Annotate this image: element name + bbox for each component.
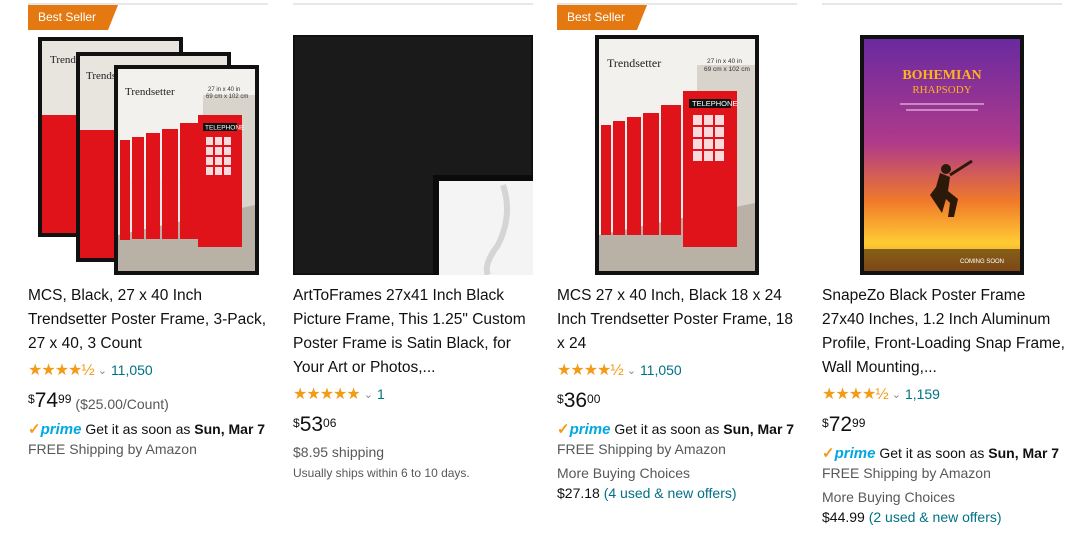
price-symbol: $: [557, 392, 564, 406]
movie-poster-frame-image: BOHEMIAN RHAPSODY COMING SOON: [860, 35, 1024, 275]
ships-note: Usually ships within 6 to 10 days.: [293, 466, 470, 480]
price[interactable]: $ 72 99: [822, 414, 865, 436]
product-card[interactable]: Best Seller TELEPHONE Trendsetter 27 in …: [557, 0, 797, 540]
prime-check-icon: ✓: [822, 445, 835, 462]
shipping-note: FREE Shipping by Amazon: [28, 441, 197, 457]
svg-text:TELEPHONE: TELEPHONE: [692, 99, 737, 108]
price-symbol: $: [822, 416, 829, 430]
delivery-row: ✓prime Get it as soon as Sun, Mar 7: [557, 420, 794, 438]
price-fraction: 99: [852, 416, 866, 430]
product-card[interactable]: BOHEMIAN RHAPSODY COMING SOON SnapeZo Bl…: [822, 0, 1065, 540]
svg-text:69 cm x 102 cm: 69 cm x 102 cm: [704, 66, 750, 73]
best-seller-badge: Best Seller: [28, 5, 118, 30]
more-buying-choices: More Buying Choices: [557, 465, 691, 481]
card-divider: [557, 3, 797, 5]
rating-row[interactable]: ★★★★½ ⌄ 11,050: [557, 360, 682, 380]
star-rating-icon: ★★★★½: [28, 362, 95, 379]
prime-logo: ✓prime: [557, 421, 611, 438]
black-picture-frame-image: [291, 33, 535, 277]
poster-frame-image: TELEPHONE Trendsetter 27 in x 40 in 69 c…: [595, 35, 759, 275]
product-card[interactable]: ArtToFrames 27x41 Inch Black Picture Fra…: [291, 0, 535, 540]
delivery-prefix: Get it as soon as: [85, 421, 195, 437]
price-fraction: 06: [323, 416, 337, 430]
card-divider: [293, 3, 533, 5]
product-image[interactable]: Trendsetter Trendsetter TELEPHONE Trends…: [28, 35, 268, 275]
svg-text:27 in x 40 in: 27 in x 40 in: [208, 87, 240, 93]
card-divider: [28, 3, 268, 5]
poster-frame-3pack-image: Trendsetter Trendsetter TELEPHONE Trends…: [38, 37, 259, 275]
delivery-date: Sun, Mar 7: [723, 421, 795, 437]
star-rating-icon: ★★★★★: [293, 386, 361, 403]
rating-row[interactable]: ★★★★½ ⌄ 11,050: [28, 360, 153, 380]
price[interactable]: $ 74 99 ($25.00/Count): [28, 389, 169, 413]
product-title-link[interactable]: ArtToFrames 27x41 Inch Black Picture Fra…: [293, 284, 538, 380]
chevron-down-icon[interactable]: ⌄: [892, 388, 901, 401]
price-whole: 36: [563, 389, 588, 412]
star-rating-icon: ★★★★½: [557, 362, 624, 379]
more-offers-row: $27.18 (4 used & new offers): [557, 485, 737, 501]
more-offers-row: $44.99 (2 used & new offers): [822, 509, 1002, 525]
rating-count-link[interactable]: 11,050: [640, 362, 682, 378]
chevron-down-icon[interactable]: ⌄: [364, 388, 373, 401]
prime-check-icon: ✓: [557, 421, 570, 438]
more-offers-price: $44.99: [822, 509, 865, 525]
prime-logo: ✓prime: [28, 421, 82, 438]
card-divider: [822, 3, 1062, 5]
delivery-prefix: Get it as soon as: [879, 445, 989, 461]
delivery-row: ✓prime Get it as soon as Sun, Mar 7: [28, 420, 265, 438]
rating-count-link[interactable]: 1: [377, 386, 385, 402]
product-image[interactable]: TELEPHONE Trendsetter 27 in x 40 in 69 c…: [557, 35, 797, 275]
delivery-row: ✓prime Get it as soon as Sun, Mar 7: [822, 444, 1059, 462]
product-title-link[interactable]: SnapeZo Black Poster Frame 27x40 Inches,…: [822, 284, 1067, 380]
chevron-down-icon[interactable]: ⌄: [627, 364, 636, 377]
product-title-link[interactable]: MCS, Black, 27 x 40 Inch Trendsetter Pos…: [28, 284, 273, 356]
unit-price: ($25.00/Count): [75, 396, 169, 412]
chevron-down-icon[interactable]: ⌄: [98, 364, 107, 377]
price-fraction: 99: [58, 392, 72, 406]
rating-row[interactable]: ★★★★★ ⌄ 1: [293, 384, 385, 404]
more-offers-price: $27.18: [557, 485, 600, 501]
delivery-date: Sun, Mar 7: [194, 421, 266, 437]
more-offers-link[interactable]: (2 used & new offers): [869, 509, 1002, 525]
product-image[interactable]: BOHEMIAN RHAPSODY COMING SOON: [822, 35, 1062, 275]
prime-check-icon: ✓: [28, 421, 41, 438]
shipping-note: FREE Shipping by Amazon: [822, 465, 991, 481]
price-symbol: $: [28, 392, 35, 406]
product-title-link[interactable]: MCS 27 x 40 Inch, Black 18 x 24 Inch Tre…: [557, 284, 802, 356]
price[interactable]: $ 36 00: [557, 390, 600, 412]
price-fraction: 00: [587, 392, 601, 406]
svg-text:COMING SOON: COMING SOON: [960, 259, 1004, 265]
more-offers-link[interactable]: (4 used & new offers): [604, 485, 737, 501]
product-card[interactable]: Best Seller Trendsetter Trendsetter TELE…: [28, 0, 268, 540]
star-rating-icon: ★★★★½: [822, 386, 889, 403]
prime-logo: ✓prime: [822, 445, 876, 462]
delivery-prefix: Get it as soon as: [614, 421, 724, 437]
price[interactable]: $ 53 06: [293, 414, 336, 436]
svg-text:Trendsetter: Trendsetter: [607, 56, 661, 70]
price-symbol: $: [293, 416, 300, 430]
svg-text:Trendsetter: Trendsetter: [125, 86, 175, 98]
svg-text:RHAPSODY: RHAPSODY: [912, 84, 971, 96]
product-image[interactable]: [291, 33, 535, 277]
svg-text:69 cm x 102 cm: 69 cm x 102 cm: [206, 94, 248, 100]
rating-row[interactable]: ★★★★½ ⌄ 1,159: [822, 384, 940, 404]
price-whole: 72: [828, 413, 853, 436]
svg-text:27 in x 40 in: 27 in x 40 in: [707, 58, 742, 65]
shipping-note: FREE Shipping by Amazon: [557, 441, 726, 457]
price-whole: 74: [34, 389, 59, 412]
svg-text:BOHEMIAN: BOHEMIAN: [902, 68, 981, 83]
best-seller-badge: Best Seller: [557, 5, 647, 30]
svg-text:TELEPHONE: TELEPHONE: [205, 125, 245, 132]
delivery-date: Sun, Mar 7: [988, 445, 1060, 461]
rating-count-link[interactable]: 11,050: [111, 362, 153, 378]
shipping-cost: $8.95 shipping: [293, 444, 385, 460]
more-buying-choices: More Buying Choices: [822, 489, 956, 505]
price-whole: 53: [299, 413, 324, 436]
rating-count-link[interactable]: 1,159: [905, 386, 940, 402]
